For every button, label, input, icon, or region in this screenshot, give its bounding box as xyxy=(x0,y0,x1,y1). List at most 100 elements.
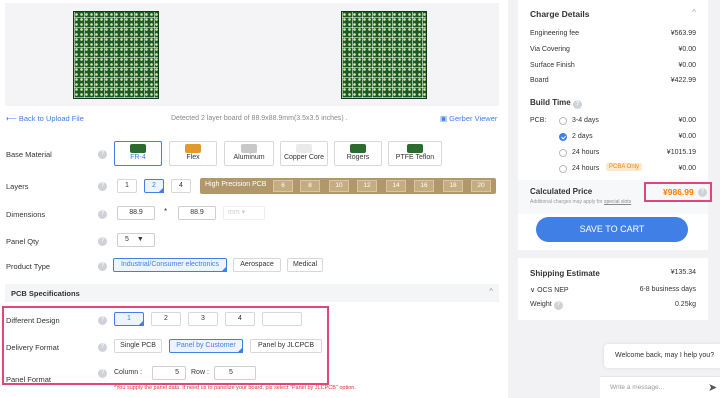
chevron-up-icon[interactable]: ^ xyxy=(489,287,493,296)
hp-layer-option[interactable]: 14 xyxy=(386,180,406,192)
radio-button[interactable] xyxy=(559,149,567,157)
material-ptfe-teflon[interactable]: PTFE Teflon xyxy=(388,141,442,166)
help-icon[interactable]: ? xyxy=(98,150,107,159)
chat-greeting: Welcome back, may I help you? xyxy=(615,352,715,359)
aluminum-icon xyxy=(241,144,257,153)
help-icon[interactable]: ? xyxy=(98,343,107,352)
design-option[interactable]: 2 xyxy=(151,312,181,326)
hp-layer-option[interactable]: 10 xyxy=(329,180,349,192)
pcb-specifications-header[interactable]: PCB Specifications ^ xyxy=(5,284,499,302)
help-icon[interactable]: ? xyxy=(98,262,107,271)
charge-row: Engineering fee ¥563.99 xyxy=(530,30,696,37)
row-label: Row : xyxy=(191,369,209,376)
product-type-option[interactable]: Industrial/Consumer electronics xyxy=(113,258,227,272)
delivery-option[interactable]: Panel by JLCPCB xyxy=(250,339,322,353)
label-panel-format: Panel Format xyxy=(6,375,52,384)
viewer-icon: ▣ xyxy=(440,114,450,123)
help-icon[interactable]: ? xyxy=(98,210,107,219)
help-icon[interactable]: ? xyxy=(553,301,563,310)
help-icon[interactable]: ? xyxy=(98,182,107,191)
radio-button[interactable] xyxy=(559,117,567,125)
high-precision-label: High Precision PCB xyxy=(205,181,267,188)
help-icon[interactable]: ? xyxy=(698,188,707,197)
shipping-estimate-panel: Shipping Estimate ¥135.34 ∨ OCS NEP 6-8 bu… xyxy=(518,258,708,320)
save-to-cart-button[interactable]: SAVE TO CART xyxy=(536,217,688,242)
design-option[interactable]: 1 xyxy=(114,312,144,326)
send-icon[interactable]: ➤ xyxy=(708,381,717,394)
delivery-option[interactable]: Single PCB xyxy=(114,339,162,353)
charge-row: Board ¥422.99 xyxy=(530,77,696,84)
order-form: ⟵ Back to Upload File Detected 2 layer b… xyxy=(0,0,508,398)
hp-layer-option[interactable]: 16 xyxy=(414,180,434,192)
shipping-title-row: Shipping Estimate ¥135.34 xyxy=(530,269,696,278)
hp-layer-option[interactable]: 6 xyxy=(273,180,293,192)
calc-label: Calculated Price xyxy=(530,187,593,196)
charge-title: Charge Details xyxy=(530,9,590,19)
radio-button[interactable] xyxy=(559,165,567,173)
calc-note: Additional charges may apply for special… xyxy=(530,199,632,205)
pcb-label: PCB: xyxy=(530,117,547,124)
calculated-price-box: Calculated Price Additional charges may … xyxy=(518,180,712,214)
high-precision-pcb-group: High Precision PCB 6 8 10 12 14 16 18 20 xyxy=(200,178,496,194)
pcba-only-badge: PCBA Only xyxy=(606,163,643,171)
charge-details-panel: Charge Details ^ Engineering fee ¥563.99 … xyxy=(518,0,712,250)
charge-row: Surface Finish ¥0.00 xyxy=(530,62,696,69)
height-input[interactable]: 88.9 xyxy=(178,206,216,220)
material-rogers[interactable]: Rogers xyxy=(334,141,382,166)
product-type-option[interactable]: Aerospace xyxy=(233,258,281,272)
material-fr4[interactable]: FR-4 xyxy=(114,141,162,166)
help-icon[interactable]: ? xyxy=(572,100,582,109)
dimension-separator: * xyxy=(164,207,168,216)
pcb-bottom-image xyxy=(341,11,427,99)
hp-layer-option[interactable]: 8 xyxy=(300,180,320,192)
chevron-up-icon[interactable]: ^ xyxy=(692,8,696,17)
label-different-design: Different Design xyxy=(6,316,60,325)
shipping-carrier-row[interactable]: ∨ OCS NEP 6-8 business days xyxy=(530,286,696,294)
column-label: Column : xyxy=(114,369,143,376)
material-copper-core[interactable]: Copper Core xyxy=(280,141,328,166)
chat-input[interactable]: Write a message... ➤ xyxy=(600,376,720,398)
special-slots-link[interactable]: special slots xyxy=(604,199,631,205)
caret-down-icon: ▼ xyxy=(136,236,144,243)
label-layers: Layers xyxy=(6,182,29,191)
unit-select[interactable]: mm ▾ xyxy=(223,206,265,220)
chat-bubble: Welcome back, may I help you? xyxy=(604,344,720,368)
copper-core-icon xyxy=(296,144,312,153)
layer-option[interactable]: 2 xyxy=(144,179,164,193)
design-option[interactable]: 4 xyxy=(225,312,255,326)
help-icon[interactable]: ? xyxy=(98,369,107,378)
arrow-left-icon: ⟵ xyxy=(6,114,19,123)
rogers-icon xyxy=(350,144,366,153)
layer-option[interactable]: 1 xyxy=(117,179,137,193)
width-input[interactable]: 88.9 xyxy=(117,206,155,220)
back-to-upload-link[interactable]: ⟵ Back to Upload File xyxy=(6,114,84,123)
panel-format-note: *You supply the panel data. If need us t… xyxy=(114,385,356,391)
help-icon[interactable]: ? xyxy=(98,316,107,325)
material-aluminum[interactable]: Aluminum xyxy=(224,141,274,166)
column-input[interactable]: 5 xyxy=(152,366,186,380)
chat-placeholder: Write a message... xyxy=(610,384,665,391)
design-option[interactable]: 3 xyxy=(188,312,218,326)
product-type-option[interactable]: Medical xyxy=(287,258,323,272)
help-icon[interactable]: ? xyxy=(98,237,107,246)
row-input[interactable]: 5 xyxy=(214,366,256,380)
board-info: Detected 2 layer board of 88.9x88.9mm(3.… xyxy=(171,115,348,122)
flex-icon xyxy=(185,144,201,153)
calculated-price: ¥986.99 xyxy=(663,187,694,197)
label-base-material: Base Material xyxy=(6,150,52,159)
gerber-viewer-link[interactable]: ▣ Gerber Viewer xyxy=(440,114,497,123)
label-delivery-format: Delivery Format xyxy=(6,343,59,352)
material-flex[interactable]: Flex xyxy=(169,141,217,166)
hp-layer-option[interactable]: 18 xyxy=(443,180,463,192)
layer-option[interactable]: 4 xyxy=(171,179,191,193)
hp-layer-option[interactable]: 20 xyxy=(471,180,491,192)
board-preview xyxy=(5,3,499,106)
radio-button-selected[interactable] xyxy=(559,133,567,141)
label-panel-qty: Panel Qty xyxy=(6,237,39,246)
design-custom-input[interactable] xyxy=(262,312,302,326)
delivery-option[interactable]: Panel by Customer xyxy=(169,339,243,353)
label-dimensions: Dimensions xyxy=(6,210,46,219)
hp-layer-option[interactable]: 12 xyxy=(357,180,377,192)
panel-qty-select[interactable]: 5 ▼ xyxy=(117,233,155,247)
build-time-title: Build Time ? xyxy=(530,98,582,109)
